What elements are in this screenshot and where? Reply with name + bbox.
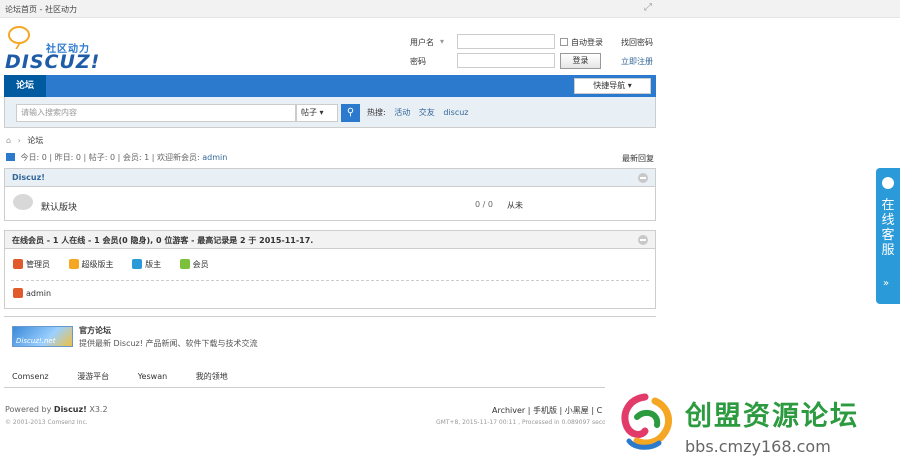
stats-icon: [6, 153, 15, 161]
search-input[interactable]: 请输入搜索内容: [16, 104, 296, 122]
online-legend: 管理员 超级版主 版主 会员: [13, 259, 225, 270]
legend-item: 管理员: [13, 259, 50, 269]
friend-link[interactable]: 我的领地: [196, 372, 228, 381]
legend-label: 会员: [192, 260, 209, 269]
breadcrumb-current[interactable]: 论坛: [27, 136, 43, 145]
hot-keyword[interactable]: 交友: [419, 108, 435, 117]
admin-user-icon: [13, 259, 23, 269]
watermark-url: bbs.cmzy168.com: [685, 437, 831, 456]
watermark-title: 创盟资源论坛: [685, 401, 859, 432]
online-service-tab[interactable]: 在线客服 »: [876, 168, 900, 304]
window-title: 论坛首页 - 社区动力: [5, 5, 77, 14]
friend-link-list: Comsenz 漫游平台 Yeswan 我的领地: [12, 371, 228, 382]
username-input[interactable]: [457, 34, 555, 49]
search-icon: ⚲: [346, 107, 355, 118]
divider: [11, 280, 649, 281]
legend-item: 会员: [179, 259, 209, 269]
forgot-password-link[interactable]: 找回密码: [621, 37, 653, 48]
forum-group: Discuz! 默认版块 0 / 0 从未: [4, 168, 656, 221]
legend-label: 版主: [145, 260, 162, 269]
breadcrumb: ⌂ › 论坛: [6, 135, 43, 146]
remember-label: 自动登录: [571, 38, 603, 47]
password-input[interactable]: [457, 53, 555, 68]
brand-link[interactable]: Discuz!: [54, 405, 87, 414]
legend-label: 管理员: [26, 260, 50, 269]
watermark-logo-icon: [621, 393, 673, 450]
forum-bubble-icon: [13, 194, 33, 210]
chevron-right-icon: »: [883, 278, 890, 289]
user-icon: [882, 177, 894, 189]
collapse-icon[interactable]: [638, 173, 648, 183]
watermark: 创盟资源论坛 bbs.cmzy168.com: [605, 383, 900, 472]
member-user-icon: [179, 259, 190, 269]
logo-wordmark: DISCUZ!: [5, 51, 101, 73]
collapse-icon[interactable]: [638, 235, 648, 245]
home-icon[interactable]: ⌂: [6, 136, 11, 145]
new-posts-link[interactable]: 最新回复: [622, 153, 654, 164]
friend-link[interactable]: Yeswan: [138, 372, 167, 381]
breadcrumb-sep: ›: [17, 136, 21, 145]
banner-text: Discuz!.net: [16, 337, 56, 345]
password-label: 密码: [410, 57, 426, 66]
forum-last-post: 从未: [507, 201, 523, 210]
username-label: 用户名: [410, 38, 434, 47]
forum-counts: 0 / 0: [475, 200, 493, 209]
hot-keyword[interactable]: discuz: [443, 108, 468, 117]
service-label: 在线客服: [881, 198, 895, 258]
forum-group-header: Discuz!: [5, 169, 655, 187]
forum-stats: 今日: 0 | 昨日: 0 | 帖子: 0 | 会员: 1 | 欢迎新会员: a…: [6, 152, 227, 163]
legend-item: 超级版主: [68, 259, 114, 269]
official-forum-link[interactable]: 官方论坛: [79, 325, 111, 336]
site-logo[interactable]: 社区动力 DISCUZ!: [4, 24, 101, 73]
register-link[interactable]: 立即注册: [621, 56, 653, 67]
online-header: 在线会员 - 1 人在线 - 1 会员(0 隐身), 0 位游客 - 最高记录是…: [5, 231, 655, 249]
mod-user-icon: [132, 259, 143, 269]
copyright: © 2001-2013 Comsenz Inc.: [5, 419, 88, 426]
stats-text: 今日: 0 | 昨日: 0 | 帖子: 0 | 会员: 1 | 欢迎新会员:: [20, 153, 200, 162]
search-bar: 请输入搜索内容 帖子 ▾ ⚲ 热搜: 活动 交友 discuz: [4, 97, 656, 128]
forum-name[interactable]: 默认版块: [41, 200, 77, 213]
hot-search-label: 热搜:: [367, 108, 386, 117]
quick-nav-button[interactable]: 快捷导航 ▾: [574, 78, 651, 94]
login-button[interactable]: 登录: [560, 53, 601, 69]
admin-user-icon: [13, 288, 23, 298]
expand-icon[interactable]: ⤢: [644, 2, 652, 13]
search-scope-select[interactable]: 帖子 ▾: [296, 104, 338, 122]
super-mod-user-icon: [68, 259, 79, 269]
version: X3.2: [89, 405, 108, 414]
friend-link[interactable]: Comsenz: [12, 372, 49, 381]
hot-keyword[interactable]: 活动: [394, 108, 410, 117]
tab-forum[interactable]: 论坛: [4, 75, 46, 97]
hot-search: 热搜: 活动 交友 discuz: [367, 107, 468, 118]
online-title: 在线会员 - 1 人在线 - 1 会员(0 隐身), 0 位游客 - 最高记录是…: [12, 236, 314, 245]
online-members: 在线会员 - 1 人在线 - 1 会员(0 隐身), 0 位游客 - 最高记录是…: [4, 230, 656, 309]
chat-bubble-icon: [8, 26, 30, 44]
footer-links[interactable]: Archiver | 手机版 | 小黑屋 | C: [492, 405, 602, 416]
new-member-link[interactable]: admin: [202, 153, 227, 162]
window-title-bar: 论坛首页 - 社区动力 ⤢: [0, 0, 900, 18]
official-banner[interactable]: Discuz!.net: [12, 326, 73, 347]
friend-links: Discuz!.net 官方论坛 提供最新 Discuz! 产品新闻、软件下载与…: [4, 316, 656, 388]
remember-checkbox[interactable]: [560, 38, 568, 46]
time-info: GMT+8, 2015-11-17 00:11 , Processed in 0…: [436, 419, 614, 426]
main-nav: 论坛 快捷导航 ▾: [4, 75, 656, 97]
forum-group-title[interactable]: Discuz!: [12, 173, 45, 182]
online-member[interactable]: admin: [13, 288, 51, 298]
friend-link[interactable]: 漫游平台: [77, 372, 109, 381]
member-name[interactable]: admin: [26, 289, 51, 298]
legend-label: 超级版主: [81, 260, 114, 269]
chevron-down-icon[interactable]: ▾: [440, 37, 444, 46]
official-forum-desc: 提供最新 Discuz! 产品新闻、软件下载与技术交流: [79, 339, 258, 348]
legend-item: 版主: [132, 259, 162, 269]
search-button[interactable]: ⚲: [341, 104, 360, 122]
powered-by: Powered by Discuz! X3.2: [5, 405, 108, 414]
forum-row: 默认版块 0 / 0 从未: [5, 187, 655, 220]
powered-text: Powered by: [5, 405, 52, 414]
